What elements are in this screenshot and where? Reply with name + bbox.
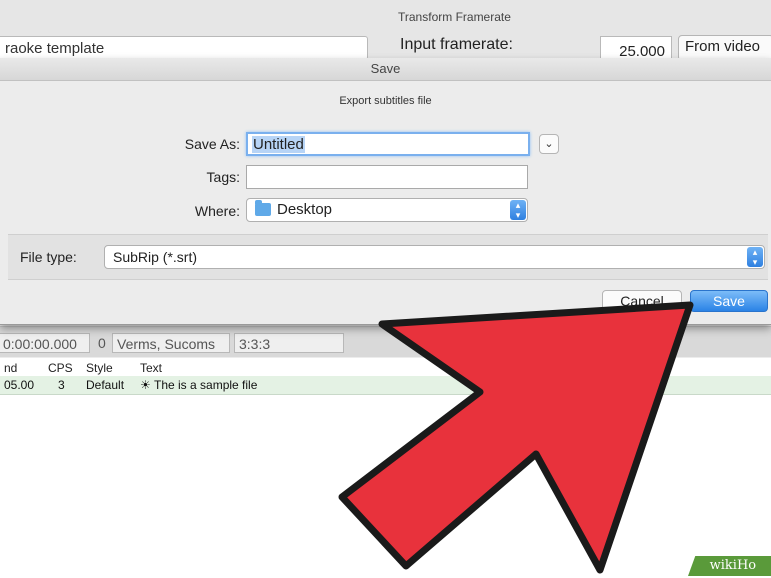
updown-chevron-icon: ▴ ▾: [747, 247, 763, 267]
where-select[interactable]: Desktop ▴ ▾: [246, 198, 528, 222]
tags-field[interactable]: [246, 165, 528, 189]
dialog-subtitle: Export subtitles file: [339, 95, 432, 107]
sun-icon: ☀: [140, 378, 151, 392]
grid-header: nd CPS Style Text: [0, 360, 771, 376]
font-field[interactable]: Verms, Sucoms: [112, 333, 230, 353]
file-type-label: File type:: [20, 249, 77, 265]
file-type-value: SubRip (*.srt): [113, 249, 198, 265]
subtitle-grid: nd CPS Style Text 05.00 3 Default ☀ The …: [0, 358, 771, 578]
save-button[interactable]: Save: [690, 290, 768, 312]
where-value: Desktop: [277, 201, 333, 218]
watermark-text: wikiHo: [709, 558, 757, 573]
transform-framerate-title: Transform Framerate: [398, 10, 511, 24]
where-label: Where:: [194, 203, 240, 219]
save-dialog: Save Export subtitles file Save As: Unti…: [0, 58, 771, 325]
input-framerate-label: Input framerate:: [400, 36, 513, 53]
file-type-band: File type: SubRip (*.srt) ▴ ▾: [8, 234, 768, 280]
time-field[interactable]: 0:00:00.000: [0, 333, 90, 353]
margin-field[interactable]: 3:3:3: [234, 333, 344, 353]
file-type-select[interactable]: SubRip (*.srt) ▴ ▾: [104, 245, 765, 269]
expand-dialog-button[interactable]: ⌄: [539, 134, 559, 154]
row-end-time: 05.00: [4, 378, 35, 392]
template-name-field[interactable]: raoke template: [0, 36, 368, 60]
input-framerate-field[interactable]: 25.000: [600, 36, 672, 60]
table-row[interactable]: 05.00 3 Default ☀ The is a sample file: [0, 376, 771, 395]
row-cps: 3: [58, 378, 65, 392]
layer-field[interactable]: 0: [94, 333, 112, 353]
header-text[interactable]: Text: [140, 360, 162, 376]
folder-icon: [255, 200, 271, 216]
dialog-title: Save: [0, 58, 771, 81]
row-style: Default: [86, 378, 125, 392]
header-cps[interactable]: CPS: [48, 360, 73, 376]
header-end[interactable]: nd: [4, 360, 17, 376]
header-style[interactable]: Style: [86, 360, 113, 376]
save-as-field[interactable]: Untitled: [246, 132, 530, 156]
row-text: The is a sample file: [154, 378, 258, 392]
subtitle-edit-strip: 0:00:00.000 0 Verms, Sucoms 3:3:3: [0, 326, 771, 357]
watermark-logo: wikiHo: [688, 556, 771, 576]
save-as-label: Save As:: [184, 136, 240, 152]
updown-chevron-icon: ▴ ▾: [510, 200, 526, 220]
save-as-value: Untitled: [252, 136, 305, 153]
tags-label: Tags:: [206, 169, 240, 185]
chevron-down-icon: ⌄: [544, 138, 554, 150]
cancel-button[interactable]: Cancel: [602, 290, 682, 312]
